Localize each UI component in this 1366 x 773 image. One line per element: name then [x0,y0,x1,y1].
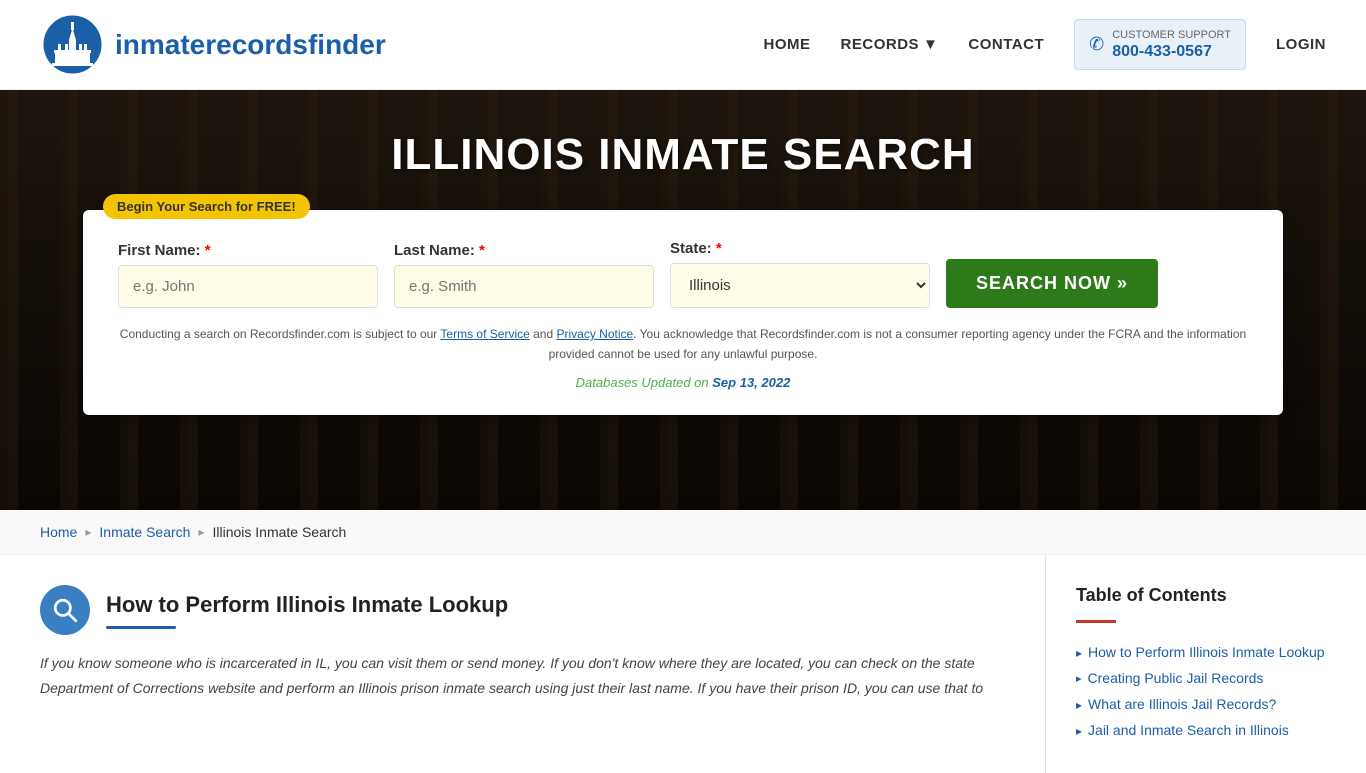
toc-item-4: ▸ Jail and Inmate Search in Illinois [1076,717,1336,743]
nav-home[interactable]: HOME [764,36,811,53]
toc-link-3[interactable]: ▸ What are Illinois Jail Records? [1076,696,1336,712]
state-select[interactable]: Illinois Alabama Alaska Arizona [670,263,930,308]
toc-arrow-1: ▸ [1076,646,1082,660]
terms-link[interactable]: Terms of Service [440,327,529,341]
breadcrumb-inmate-search[interactable]: Inmate Search [99,524,190,540]
toc-arrow-3: ▸ [1076,698,1082,712]
search-button[interactable]: SEARCH NOW » [946,259,1158,308]
breadcrumb-current: Illinois Inmate Search [212,524,346,540]
main-content: How to Perform Illinois Inmate Lookup If… [0,555,1366,773]
db-updated: Databases Updated on Sep 13, 2022 [118,375,1248,390]
toc-link-1[interactable]: ▸ How to Perform Illinois Inmate Lookup [1076,644,1336,660]
db-updated-date: Sep 13, 2022 [712,375,790,390]
toc-section: Table of Contents ▸ How to Perform Illin… [1046,555,1366,773]
magnifier-icon [52,597,78,623]
first-name-group: First Name: * [118,242,378,308]
toc-title: Table of Contents [1076,585,1336,606]
disclaimer-text: Conducting a search on Recordsfinder.com… [118,324,1248,365]
toc-item-3: ▸ What are Illinois Jail Records? [1076,691,1336,717]
article-section: How to Perform Illinois Inmate Lookup If… [0,555,1046,773]
toc-list: ▸ How to Perform Illinois Inmate Lookup … [1076,639,1336,743]
last-name-label: Last Name: * [394,242,654,259]
main-nav: HOME RECORDS ▼ CONTACT ✆ CUSTOMER SUPPOR… [764,19,1326,69]
customer-support-box[interactable]: ✆ CUSTOMER SUPPORT 800-433-0567 [1074,19,1246,69]
hero-section: ILLINOIS INMATE SEARCH Begin Your Search… [0,90,1366,510]
title-underline [106,626,176,629]
toc-arrow-2: ▸ [1076,672,1082,685]
logo-icon [40,12,105,77]
last-name-required: * [479,242,485,259]
customer-support-phone: 800-433-0567 [1112,43,1231,61]
nav-contact[interactable]: CONTACT [968,36,1044,53]
hero-content: ILLINOIS INMATE SEARCH Begin Your Search… [83,130,1283,415]
toc-arrow-4: ▸ [1076,724,1082,738]
first-name-required: * [205,242,211,259]
search-card: Begin Your Search for FREE! First Name: … [83,210,1283,415]
state-label: State: * [670,240,930,257]
customer-support-label: CUSTOMER SUPPORT [1112,28,1231,42]
toc-divider [1076,620,1116,623]
free-badge: Begin Your Search for FREE! [103,194,310,219]
toc-item-1: ▸ How to Perform Illinois Inmate Lookup [1076,639,1336,665]
hero-title: ILLINOIS INMATE SEARCH [83,130,1283,180]
state-group: State: * Illinois Alabama Alaska Arizona [670,240,930,308]
logo-text: inmaterecordsfinder [115,29,386,61]
site-header: inmaterecordsfinder HOME RECORDS ▼ CONTA… [0,0,1366,90]
article-body: If you know someone who is incarcerated … [40,651,1005,701]
breadcrumb-home[interactable]: Home [40,524,77,540]
breadcrumb-sep-2: ▸ [198,525,204,539]
toc-link-4[interactable]: ▸ Jail and Inmate Search in Illinois [1076,722,1336,738]
toc-item-2: ▸ Creating Public Jail Records [1076,665,1336,691]
last-name-group: Last Name: * [394,242,654,308]
phone-icon: ✆ [1089,34,1104,55]
nav-records[interactable]: RECORDS ▼ [841,36,939,53]
privacy-link[interactable]: Privacy Notice [556,327,633,341]
state-required: * [716,240,722,257]
article-title: How to Perform Illinois Inmate Lookup [106,592,508,618]
first-name-input[interactable] [118,265,378,308]
nav-login[interactable]: LOGIN [1276,36,1326,53]
article-heading: How to Perform Illinois Inmate Lookup [40,585,1005,635]
toc-link-2[interactable]: ▸ Creating Public Jail Records [1076,670,1336,686]
breadcrumb-sep-1: ▸ [85,525,91,539]
db-updated-label: Databases Updated on [576,375,709,390]
first-name-label: First Name: * [118,242,378,259]
logo[interactable]: inmaterecordsfinder [40,12,386,77]
search-form-row: First Name: * Last Name: * State: * Illi [118,240,1248,308]
breadcrumb: Home ▸ Inmate Search ▸ Illinois Inmate S… [0,510,1366,555]
chevron-down-icon: ▼ [923,36,938,53]
last-name-input[interactable] [394,265,654,308]
article-icon [40,585,90,635]
